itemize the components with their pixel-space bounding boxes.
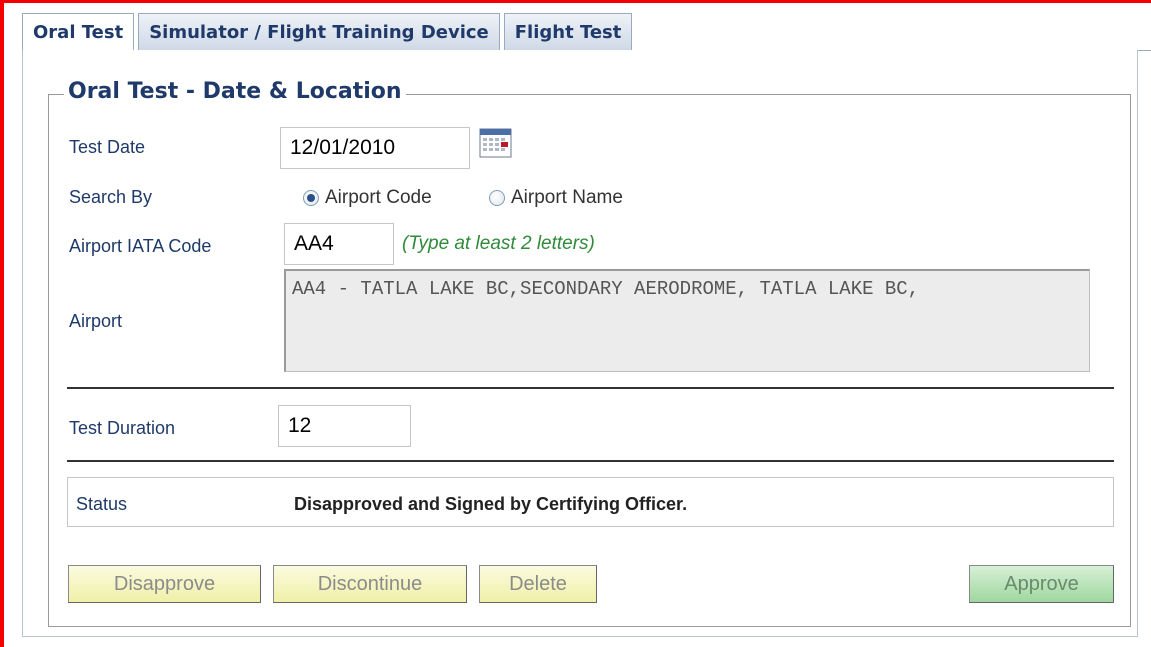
divider-1: [67, 387, 1114, 389]
airport-textarea[interactable]: AA4 - TATLA LAKE BC,SECONDARY AERODROME,…: [284, 269, 1090, 372]
radio-airport-code-label: Airport Code: [325, 187, 432, 208]
status-value: Disapproved and Signed by Certifying Off…: [294, 494, 688, 514]
search-by-label: Search By: [69, 187, 153, 207]
red-frame-top: [0, 0, 1151, 3]
radio-unchecked-icon[interactable]: [489, 190, 505, 206]
discontinue-button[interactable]: Discontinue: [273, 565, 467, 603]
status-label: Status: [76, 494, 128, 514]
radio-airport-code[interactable]: Airport Code: [303, 187, 432, 209]
radio-airport-name[interactable]: Airport Name: [489, 187, 623, 209]
airport-code-input[interactable]: AA4: [284, 223, 394, 265]
test-duration-input[interactable]: 12: [278, 405, 411, 447]
approve-button[interactable]: Approve: [969, 565, 1114, 603]
disapprove-button[interactable]: Disapprove: [68, 565, 261, 603]
fieldset-legend: Oral Test - Date & Location: [64, 79, 406, 104]
test-duration-label: Test Duration: [69, 418, 176, 438]
divider-2: [67, 460, 1114, 462]
tab-flight-test[interactable]: Flight Test: [503, 13, 633, 50]
test-date-input[interactable]: 12/01/2010: [280, 127, 470, 169]
test-date-label: Test Date: [69, 137, 146, 157]
delete-button[interactable]: Delete: [479, 565, 597, 603]
radio-checked-icon[interactable]: [303, 190, 319, 206]
tab-simulator-ftd[interactable]: Simulator / Flight Training Device: [138, 13, 500, 50]
tab-oral-test[interactable]: Oral Test: [22, 13, 135, 51]
radio-airport-name-label: Airport Name: [511, 187, 623, 208]
calendar-icon[interactable]: [479, 128, 512, 158]
red-frame-left: [0, 0, 4, 647]
airport-label: Airport: [69, 311, 123, 331]
airport-code-label: Airport IATA Code: [69, 236, 212, 256]
tab-bar: Oral Test Simulator / Flight Training De…: [22, 13, 636, 51]
airport-code-hint: (Type at least 2 letters): [402, 233, 595, 254]
